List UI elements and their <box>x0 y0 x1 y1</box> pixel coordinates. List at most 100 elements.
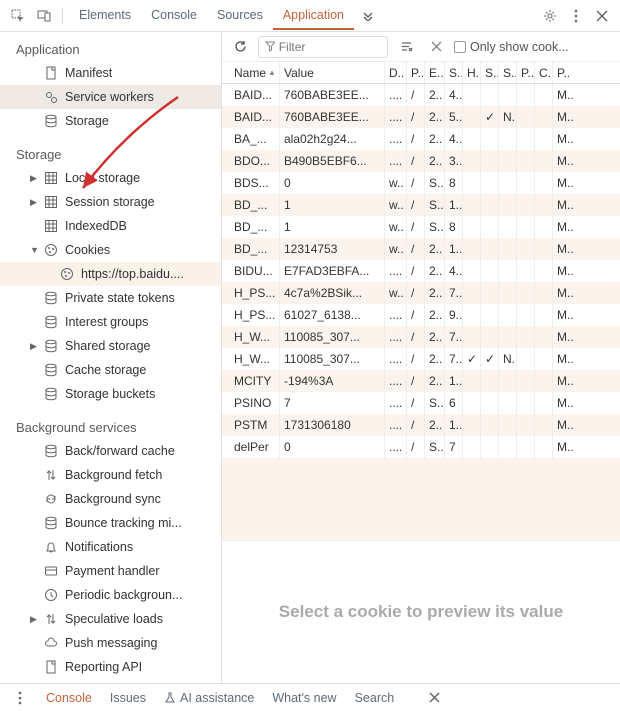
table-row[interactable]: BDO...B490B5EBF6......./2..3..M.. <box>222 150 620 172</box>
table-row[interactable]: BD_...1w../S..1..M.. <box>222 194 620 216</box>
table-row[interactable]: PSINO7..../S..6M.. <box>222 392 620 414</box>
table-row[interactable]: H_PS...4c7a%2BSik...w../2..7..M.. <box>222 282 620 304</box>
cell-s: 4.. <box>445 260 463 282</box>
sidebar-item[interactable]: ▶Interest groups <box>0 310 221 334</box>
cell-cr <box>535 84 553 106</box>
refresh-icon[interactable] <box>228 35 252 59</box>
tab-console[interactable]: Console <box>141 2 207 30</box>
table-row[interactable]: BAID...760BABE3EE......./2..5..✓N..M.. <box>222 106 620 128</box>
col-header[interactable]: P.. <box>407 62 425 83</box>
col-header[interactable]: P.. <box>553 62 577 83</box>
settings-icon[interactable] <box>538 4 562 28</box>
sidebar-item[interactable]: ▶Reporting API <box>0 655 221 679</box>
sidebar-item[interactable]: ▶Bounce tracking mi... <box>0 511 221 535</box>
col-header[interactable]: Name <box>222 62 280 83</box>
cookies-table[interactable]: NameValueD..P..E..S..H..S..S..P..C..P.. … <box>222 62 620 458</box>
col-header[interactable]: S.. <box>481 62 499 83</box>
drawer-tab-search[interactable]: Search <box>355 691 395 705</box>
cell-h <box>463 370 481 392</box>
sidebar-item[interactable]: ▶Service workers <box>0 85 221 109</box>
cell-p: / <box>407 392 425 414</box>
col-header[interactable]: D.. <box>385 62 407 83</box>
table-row[interactable]: delPer0..../S..7M.. <box>222 436 620 458</box>
db-icon <box>43 443 59 459</box>
col-header[interactable]: H.. <box>463 62 481 83</box>
sidebar-item[interactable]: ▶https://top.baidu.... <box>0 262 221 286</box>
cell-ss <box>481 150 499 172</box>
col-header[interactable]: P.. <box>517 62 535 83</box>
filter-input[interactable] <box>279 40 381 54</box>
expand-icon[interactable]: ▶ <box>30 197 40 208</box>
table-row[interactable]: MCITY-194%3A..../2..1..M.. <box>222 370 620 392</box>
drawer-menu-icon[interactable] <box>8 686 32 710</box>
tab-elements[interactable]: Elements <box>69 2 141 30</box>
table-row[interactable]: BDS...0w../S..8M.. <box>222 172 620 194</box>
cell-name: delPer <box>222 436 280 458</box>
sidebar-item[interactable]: ▶Speculative loads <box>0 607 221 631</box>
drawer-tab-what's-new[interactable]: What's new <box>272 691 336 705</box>
col-header[interactable]: Value <box>280 62 385 83</box>
sidebar-item[interactable]: ▶Notifications <box>0 535 221 559</box>
table-row[interactable]: BA_...ala02h2g24......./2..4..M.. <box>222 128 620 150</box>
expand-icon[interactable]: ▼ <box>30 245 40 255</box>
col-header[interactable]: C.. <box>535 62 553 83</box>
cell-s: 8 <box>445 216 463 238</box>
table-row[interactable]: PSTM1731306180..../2..1..M.. <box>222 414 620 436</box>
drawer-tab-ai-assistance[interactable]: AI assistance <box>164 691 254 705</box>
sidebar-item[interactable]: ▶Push messaging <box>0 631 221 655</box>
clear-icon[interactable] <box>424 35 448 59</box>
sidebar-item[interactable]: ▶Payment handler <box>0 559 221 583</box>
sidebar-item[interactable]: ▶Background fetch <box>0 463 221 487</box>
expand-icon[interactable]: ▶ <box>30 173 40 184</box>
filter-input-wrap[interactable] <box>258 36 388 58</box>
close-icon[interactable] <box>590 4 614 28</box>
cell-h <box>463 216 481 238</box>
table-row[interactable]: H_W...110085_307......./2..7..✓✓N..M.. <box>222 348 620 370</box>
drawer-tab-issues[interactable]: Issues <box>110 691 146 705</box>
clear-filter-icon[interactable] <box>394 35 418 59</box>
cell-p: / <box>407 216 425 238</box>
sidebar-item[interactable]: ▶Cache storage <box>0 358 221 382</box>
only-show-cookies-checkbox[interactable]: Only show cook... <box>454 40 614 54</box>
sidebar-item[interactable]: ▶Background sync <box>0 487 221 511</box>
table-row[interactable]: BIDU...E7FAD3EBFA......./2..4..M.. <box>222 260 620 282</box>
table-row[interactable]: BD_...12314753w../2..1..M.. <box>222 238 620 260</box>
sidebar-item[interactable]: ▶Shared storage <box>0 334 221 358</box>
col-header[interactable]: S.. <box>445 62 463 83</box>
tab-sources[interactable]: Sources <box>207 2 273 30</box>
sidebar-item[interactable]: ▶Private state tokens <box>0 286 221 310</box>
sidebar-item[interactable]: ▶Periodic backgroun... <box>0 583 221 607</box>
col-header[interactable]: E.. <box>425 62 445 83</box>
tab-application[interactable]: Application <box>273 2 354 30</box>
cell-sc <box>499 282 517 304</box>
cell-pr: M.. <box>553 194 577 216</box>
sidebar-item[interactable]: ▶Manifest <box>0 61 221 85</box>
sidebar-item[interactable]: ▼Cookies <box>0 238 221 262</box>
expand-icon[interactable]: ▶ <box>30 614 40 625</box>
cell-sc <box>499 238 517 260</box>
sidebar-item[interactable]: ▶Session storage <box>0 190 221 214</box>
cell-s: 1.. <box>445 238 463 260</box>
inspect-icon[interactable] <box>6 4 30 28</box>
sidebar-item[interactable]: ▶Storage <box>0 109 221 133</box>
app-sidebar[interactable]: Application ▶Manifest▶Service workers▶St… <box>0 32 222 683</box>
drawer-close-icon[interactable] <box>422 686 446 710</box>
sidebar-item[interactable]: ▶Local storage <box>0 166 221 190</box>
cell-s: 1.. <box>445 194 463 216</box>
cell-e: 2.. <box>425 282 445 304</box>
table-row[interactable]: H_PS...61027_6138......./2..9..M.. <box>222 304 620 326</box>
table-row[interactable]: H_W...110085_307......./2..7..M.. <box>222 326 620 348</box>
table-row[interactable]: BAID...760BABE3EE......./2..4..M.. <box>222 84 620 106</box>
cell-pk <box>517 370 535 392</box>
cell-sc <box>499 370 517 392</box>
drawer-tab-console[interactable]: Console <box>46 691 92 705</box>
col-header[interactable]: S.. <box>499 62 517 83</box>
sidebar-item[interactable]: ▶Back/forward cache <box>0 439 221 463</box>
more-tabs-icon[interactable] <box>356 4 380 28</box>
table-row[interactable]: BD_...1w../S..8M.. <box>222 216 620 238</box>
menu-icon[interactable] <box>564 4 588 28</box>
expand-icon[interactable]: ▶ <box>30 341 40 352</box>
device-icon[interactable] <box>32 4 56 28</box>
sidebar-item[interactable]: ▶IndexedDB <box>0 214 221 238</box>
sidebar-item[interactable]: ▶Storage buckets <box>0 382 221 406</box>
